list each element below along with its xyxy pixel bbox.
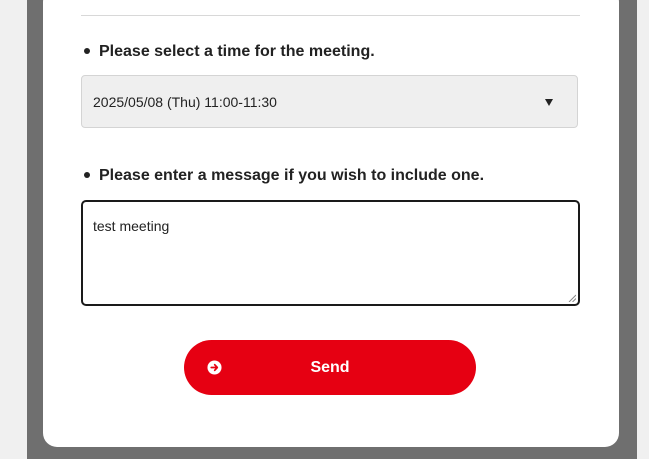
time-select-label: Please select a time for the meeting. xyxy=(81,43,375,61)
bullet-icon xyxy=(84,47,90,54)
time-select-value: 2025/05/08 (Thu) 11:00-11:30 xyxy=(93,94,277,110)
message-textarea-value: test meeting xyxy=(93,218,170,234)
time-select-label-text: Please select a time for the meeting. xyxy=(99,43,375,60)
chevron-down-icon xyxy=(545,99,553,106)
resize-grip-icon[interactable] xyxy=(568,294,576,302)
send-button-label: Send xyxy=(310,359,350,376)
message-textarea[interactable]: test meeting xyxy=(81,200,580,306)
bullet-icon xyxy=(84,171,90,178)
time-select[interactable]: 2025/05/08 (Thu) 11:00-11:30 xyxy=(81,75,578,128)
meeting-form-card: Please select a time for the meeting. 20… xyxy=(43,0,619,447)
divider xyxy=(81,15,580,16)
message-label-text: Please enter a message if you wish to in… xyxy=(99,167,485,184)
message-label: Please enter a message if you wish to in… xyxy=(81,167,484,185)
send-button[interactable]: Send xyxy=(184,340,476,395)
